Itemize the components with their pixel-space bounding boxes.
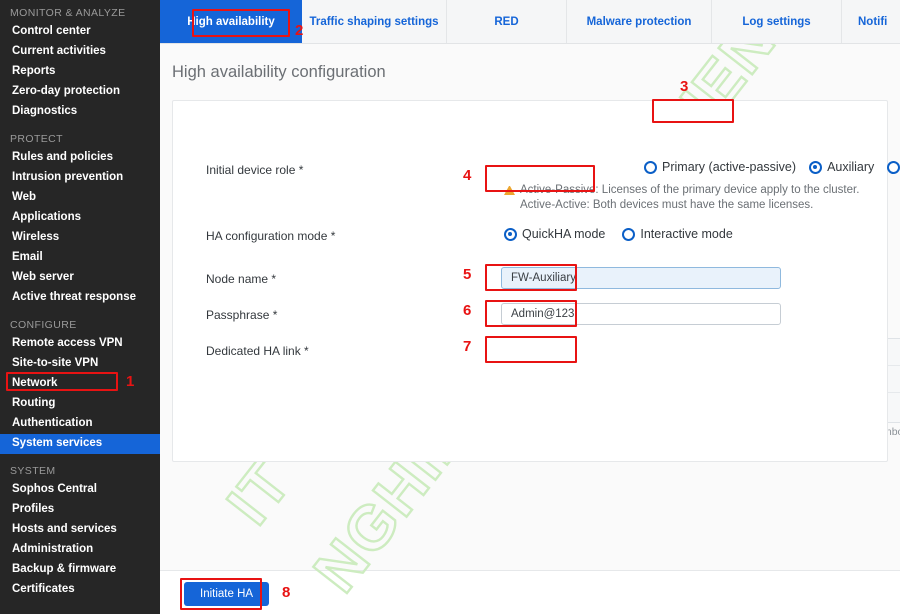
sidebar-item-backup-and-firmware[interactable]: Backup & firmware — [0, 560, 160, 580]
sidebar-item-remote-access-vpn[interactable]: Remote access VPN — [0, 334, 160, 354]
warning-line-1: Active-Passive: Licenses of the primary … — [520, 184, 860, 196]
app-window: MONITOR & ANALYZE Control center Current… — [0, 0, 900, 614]
radio-circle-selected-icon — [809, 160, 823, 174]
annotation-number-5: 5 — [463, 266, 472, 283]
sidebar-item-zero-day-protection[interactable]: Zero-day protection — [0, 82, 160, 102]
sidebar: MONITOR & ANALYZE Control center Current… — [0, 0, 160, 614]
tab-malware-protection[interactable]: Malware protection — [567, 0, 712, 43]
sidebar-item-diagnostics[interactable]: Diagnostics — [0, 102, 160, 122]
tab-log-settings[interactable]: Log settings — [712, 0, 842, 43]
node-name-input[interactable] — [501, 267, 781, 289]
sidebar-item-site-to-site-vpn[interactable]: Site-to-site VPN — [0, 354, 160, 374]
annotation-number-7: 7 — [463, 338, 472, 355]
passphrase-field-wrap — [501, 303, 781, 325]
main-area: IT SHOP NGHIEP - THAN THIEN VN High avai… — [160, 0, 900, 614]
sidebar-item-current-activities[interactable]: Current activities — [0, 42, 160, 62]
radio-label: Primary (active-passive) — [662, 160, 797, 174]
radio-circle-icon — [887, 160, 900, 174]
tab-bar: High availability Traffic shaping settin… — [160, 0, 900, 44]
radio-circle-icon — [644, 160, 657, 174]
device-role-warning: Active-Passive: Licenses of the primary … — [504, 183, 884, 213]
sidebar-item-applications[interactable]: Applications — [0, 208, 160, 228]
radio-primary-active-active[interactable]: Primary (active-active) — [887, 160, 900, 174]
warning-line-2: Active-Active: Both devices must have th… — [520, 199, 814, 211]
sidebar-item-authentication[interactable]: Authentication — [0, 414, 160, 434]
ha-mode-radio-group: QuickHA mode Interactive mode — [504, 227, 733, 241]
annotation-number-1: 1 — [126, 373, 135, 390]
radio-auxiliary[interactable]: Auxiliary — [809, 160, 874, 174]
tab-notification-settings[interactable]: Notifi — [842, 0, 900, 43]
initiate-ha-button[interactable]: Initiate HA — [184, 582, 270, 606]
sidebar-item-system-services[interactable]: System services — [0, 434, 160, 454]
radio-interactive-mode[interactable]: Interactive mode — [622, 227, 733, 241]
sidebar-item-hosts-and-services[interactable]: Hosts and services — [0, 520, 160, 540]
sidebar-item-rules-and-policies[interactable]: Rules and policies — [0, 148, 160, 168]
radio-primary-active-passive[interactable]: Primary (active-passive) — [644, 160, 796, 174]
sidebar-group-monitor: MONITOR & ANALYZE Control center Current… — [0, 7, 160, 122]
radio-label: QuickHA mode — [522, 227, 606, 241]
label-passphrase: Passphrase * — [206, 308, 278, 322]
footer-bar: Initiate HA 8 — [160, 570, 900, 614]
label-dedicated-ha-link: Dedicated HA link * — [206, 344, 309, 358]
sidebar-item-control-center[interactable]: Control center — [0, 22, 160, 42]
radio-label: Auxiliary — [827, 160, 875, 174]
sidebar-group-label: MONITOR & ANALYZE — [10, 7, 126, 19]
tab-high-availability[interactable]: High availability — [160, 0, 302, 43]
radio-circle-icon — [622, 227, 636, 241]
tab-red[interactable]: RED — [447, 0, 567, 43]
content-area: High availability configuration Initial … — [160, 44, 900, 570]
device-role-radio-group: Primary (active-passive) Auxiliary Prima… — [644, 160, 900, 174]
label-ha-configuration-mode: HA configuration mode * — [206, 229, 336, 243]
sidebar-item-reports[interactable]: Reports — [0, 62, 160, 82]
passphrase-input[interactable] — [501, 303, 781, 325]
sidebar-item-email[interactable]: Email — [0, 248, 160, 268]
radio-quickha-mode[interactable]: QuickHA mode — [504, 227, 605, 241]
sidebar-group-configure: CONFIGURE Remote access VPN Site-to-site… — [0, 319, 160, 454]
ha-configuration-card: Initial device role * Primary (active-pa… — [172, 100, 900, 462]
radio-circle-selected-icon — [504, 227, 517, 241]
warning-triangle-icon — [504, 186, 515, 195]
sidebar-item-profiles[interactable]: Profiles — [0, 500, 160, 520]
sidebar-item-web[interactable]: Web — [0, 188, 160, 208]
annotation-number-6: 6 — [463, 302, 472, 319]
sidebar-item-wireless[interactable]: Wireless — [0, 228, 160, 248]
node-name-field-wrap — [501, 267, 781, 289]
sidebar-group-label: SYSTEM — [10, 465, 56, 477]
sidebar-group-system: SYSTEM Sophos Central Profiles Hosts and… — [0, 465, 160, 600]
sidebar-group-protect: PROTECT Rules and policies Intrusion pre… — [0, 133, 160, 308]
sidebar-item-sophos-central[interactable]: Sophos Central — [0, 480, 160, 500]
sidebar-item-network[interactable]: Network — [0, 374, 160, 394]
sidebar-item-certificates[interactable]: Certificates — [0, 580, 160, 600]
sidebar-group-label: CONFIGURE — [10, 319, 77, 331]
tab-traffic-shaping-settings[interactable]: Traffic shaping settings — [302, 0, 447, 43]
annotation-number-4: 4 — [463, 167, 472, 184]
annotation-number-8: 8 — [282, 584, 291, 601]
radio-label: Interactive mode — [640, 227, 733, 241]
sidebar-item-intrusion-prevention[interactable]: Intrusion prevention — [0, 168, 160, 188]
sidebar-item-routing[interactable]: Routing — [0, 394, 160, 414]
sidebar-item-administration[interactable]: Administration — [0, 540, 160, 560]
sidebar-item-web-server[interactable]: Web server — [0, 268, 160, 288]
page-title: High availability configuration — [172, 63, 386, 81]
label-initial-device-role: Initial device role * — [206, 163, 304, 177]
annotation-number-3: 3 — [680, 78, 689, 95]
annotation-number-2: 2 — [295, 22, 304, 39]
sidebar-item-active-threat-response[interactable]: Active threat response — [0, 288, 160, 308]
label-node-name: Node name * — [206, 272, 277, 286]
sidebar-group-label: PROTECT — [10, 133, 63, 145]
